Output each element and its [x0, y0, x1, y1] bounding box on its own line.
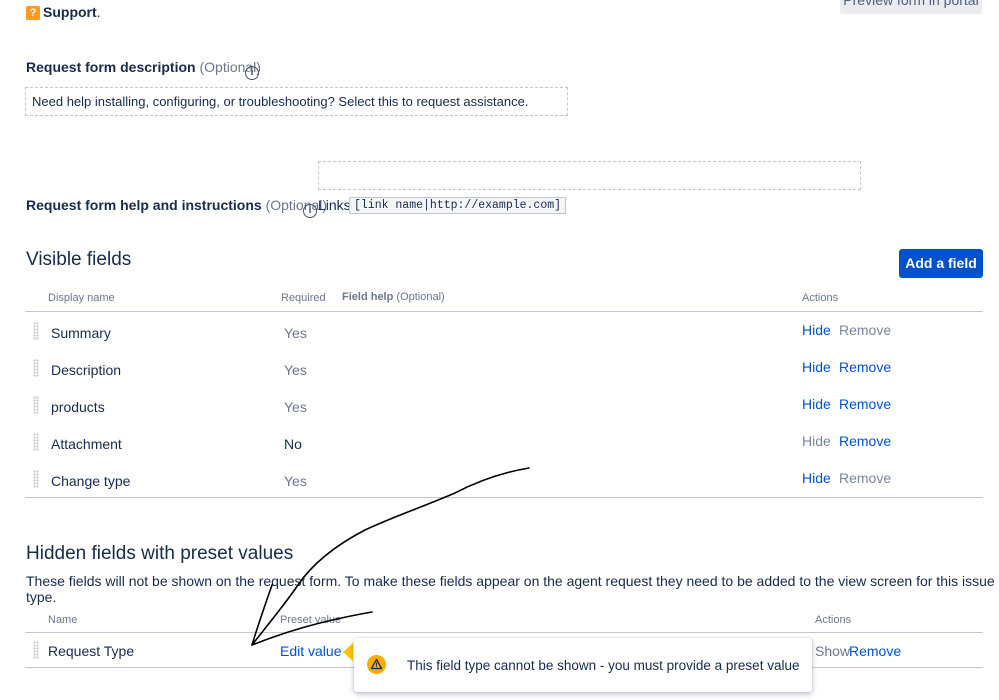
preview-form-button[interactable]: Preview form in portal	[840, 0, 982, 14]
visible-fields-title: Visible fields	[26, 249, 132, 270]
column-header-actions: Actions	[802, 292, 839, 304]
column-header-actions: Actions	[815, 614, 852, 626]
description-input[interactable]: Need help installing, configuring, or tr…	[25, 87, 568, 116]
remove-link[interactable]: Remove	[849, 643, 901, 659]
field-name: products	[51, 399, 105, 415]
table-header-divider	[25, 311, 983, 312]
links-syntax: [link name|http://example.com]	[349, 197, 567, 214]
hide-link: Hide	[802, 433, 831, 449]
table-row: Description Yes Hide Remove	[25, 352, 983, 389]
column-header-required: Required	[281, 292, 326, 304]
table-row: Summary Yes Hide Remove	[25, 315, 983, 352]
show-link: Show	[815, 643, 851, 659]
hide-link[interactable]: Hide	[802, 359, 831, 375]
field-required: Yes	[284, 473, 307, 489]
help-label: Request form help and instructions (Opti…	[26, 197, 328, 213]
help-instructions-input[interactable]	[318, 161, 861, 190]
drag-handle-icon[interactable]	[33, 433, 39, 451]
drag-handle-icon[interactable]	[33, 359, 39, 377]
add-field-button[interactable]: Add a field	[899, 249, 983, 278]
hide-link[interactable]: Hide	[802, 470, 831, 486]
remove-link[interactable]: Remove	[839, 396, 891, 412]
column-header-name: Name	[48, 614, 78, 626]
info-icon[interactable]: i	[245, 60, 259, 80]
drag-handle-icon[interactable]	[33, 641, 39, 659]
description-label: Request form description (Optional)	[26, 59, 261, 75]
column-header-display-name: Display name	[48, 292, 115, 304]
field-required: No	[284, 436, 302, 452]
field-required: Yes	[284, 325, 307, 341]
column-header-field-help: Field help (Optional)	[342, 291, 445, 303]
field-name: Description	[51, 362, 122, 378]
hide-link[interactable]: Hide	[802, 396, 831, 412]
field-name: Summary	[51, 325, 111, 341]
question-icon: ?	[26, 6, 40, 20]
edit-value-link[interactable]: Edit value	[280, 643, 341, 659]
hidden-fields-title: Hidden fields with preset values	[26, 543, 294, 564]
table-header-divider	[25, 632, 983, 633]
support-link[interactable]: Support.	[43, 4, 101, 20]
hide-link[interactable]: Hide	[802, 322, 831, 338]
field-name: Change type	[51, 473, 131, 489]
remove-link[interactable]: Remove	[839, 433, 891, 449]
drag-handle-icon[interactable]	[33, 470, 39, 488]
warning-icon	[367, 655, 386, 674]
links-label: Links	[318, 197, 351, 213]
hidden-fields-description: These fields will not be shown on the re…	[26, 573, 995, 605]
drag-handle-icon[interactable]	[33, 322, 39, 340]
tooltip-text: This field type cannot be shown - you mu…	[407, 658, 800, 673]
field-required: Yes	[284, 362, 307, 378]
tooltip-pointer	[343, 643, 353, 661]
table-row: Attachment No Hide Remove	[25, 426, 983, 463]
table-bottom-divider	[25, 497, 983, 498]
table-row: Change type Yes Hide Remove	[25, 463, 983, 500]
info-icon[interactable]: i	[303, 198, 317, 218]
field-required: Yes	[284, 399, 307, 415]
remove-link[interactable]: Remove	[839, 359, 891, 375]
field-name: Attachment	[51, 436, 122, 452]
column-header-preset-value: Preset value	[280, 614, 342, 626]
table-row: products Yes Hide Remove	[25, 389, 983, 426]
remove-link: Remove	[839, 322, 892, 338]
remove-link: Remove	[839, 470, 892, 486]
field-name: Request Type	[48, 643, 135, 659]
drag-handle-icon[interactable]	[33, 396, 39, 414]
